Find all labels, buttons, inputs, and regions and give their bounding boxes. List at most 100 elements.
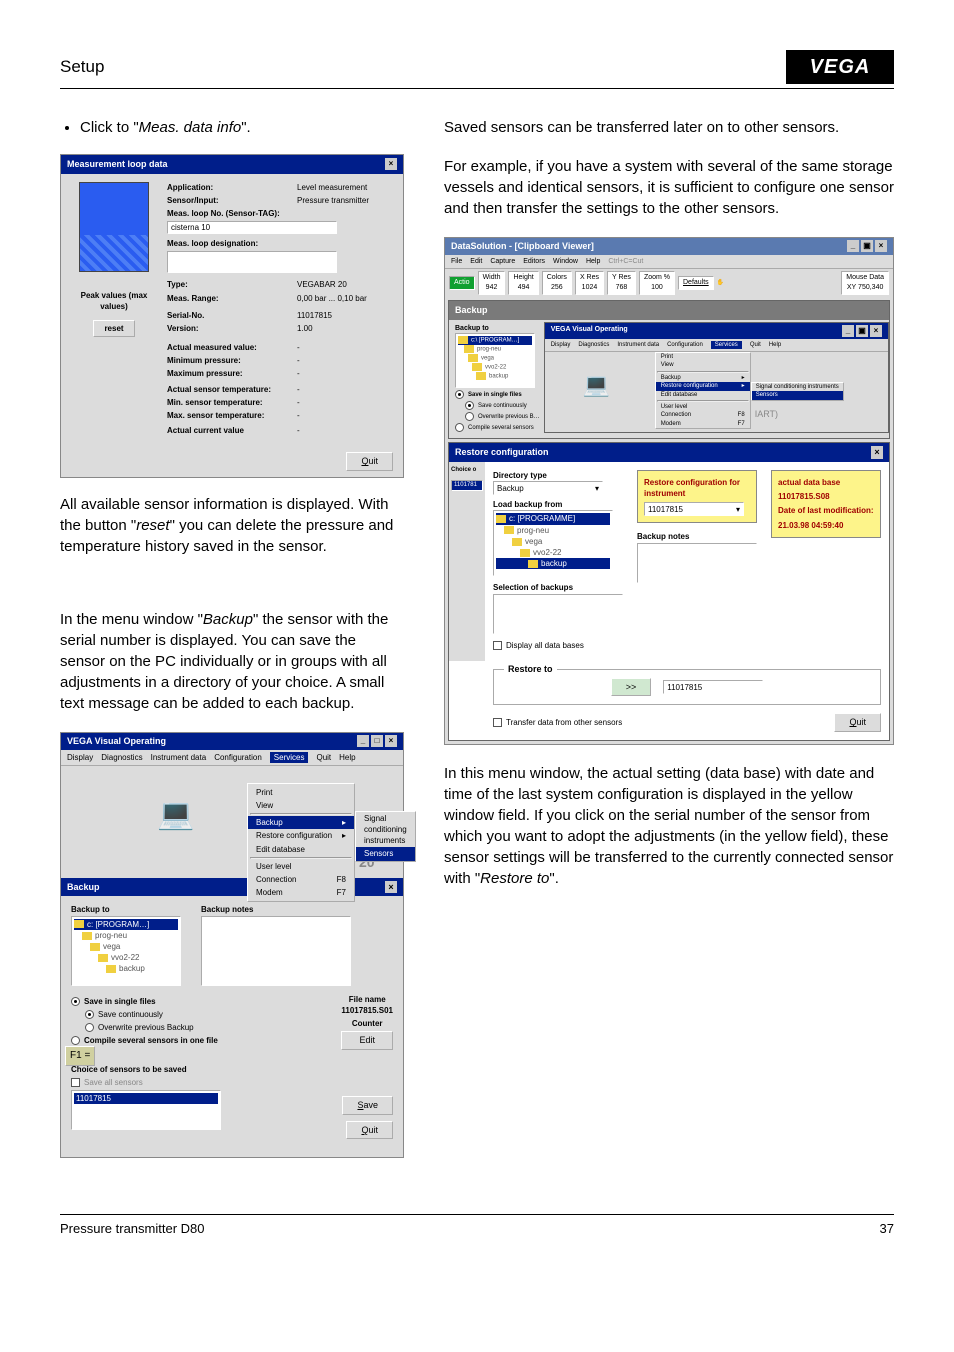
lbl-actual-temp: Actual sensor temperature: — [167, 384, 297, 395]
selection-of-backups[interactable] — [493, 594, 623, 634]
para-saved-sensors: Saved sensors can be transferred later o… — [444, 117, 894, 138]
reset-button[interactable]: reset — [93, 320, 134, 337]
sel-backups-label: Selection of backups — [493, 582, 623, 593]
lbl-min-press: Minimum pressure: — [167, 355, 297, 366]
para-restore-info: In this menu window, the actual setting … — [444, 763, 894, 889]
edit-button[interactable]: Edit — [341, 1031, 393, 1050]
actual-db-panel: actual data base 11017815.S08 Date of la… — [771, 470, 881, 538]
inner-backup-title: Backup — [449, 301, 889, 320]
chk-transfer-other[interactable]: Transfer data from other sensors — [493, 717, 622, 728]
outer-menu-bar[interactable]: FileEditCaptureEditorsWindowHelpCtrl+C=C… — [445, 255, 893, 270]
services-dropdown[interactable]: Print View Backup▸ Restore configuration… — [247, 783, 355, 903]
radio-overwrite[interactable]: Overwrite previous Backup — [71, 1022, 218, 1033]
quit-button-fig1[interactable]: QQuituit — [346, 452, 393, 471]
input-loop-no[interactable]: cisterna 10 — [167, 221, 337, 234]
r-compile[interactable]: Compile several sensors — [455, 423, 540, 432]
fig-measurement-loop-data: Measurement loop data × Peak values (max… — [60, 154, 404, 478]
page-footer: Pressure transmitter D80 37 — [60, 1214, 894, 1236]
lbl-max-temp: Max. sensor temperature: — [167, 410, 297, 421]
quit-button-fig3[interactable]: Quit — [834, 713, 881, 732]
lbl-loop-no: Meas. loop No. (Sensor-TAG): — [167, 208, 297, 219]
r-save-single[interactable]: Save in single files — [455, 390, 540, 399]
lbl-sensor-input: Sensor/Input: — [167, 195, 297, 206]
load-tree[interactable]: c: [PROGRAMME] prog-neu vega vvo2-22 bac… — [493, 510, 613, 576]
defaults-button[interactable]: Defaults — [678, 276, 714, 290]
dir-type-label: Directory type — [493, 470, 623, 481]
inner-app-title: VEGA Visual Operating — [551, 325, 628, 337]
r-save-cont[interactable]: Save continuously — [455, 401, 540, 410]
backup-notes-field[interactable] — [201, 916, 351, 986]
footer-left: Pressure transmitter D80 — [60, 1221, 205, 1236]
val-type: VEGABAR 20 — [297, 279, 347, 290]
right-column: Saved sensors can be transferred later o… — [444, 117, 894, 1176]
footer-page-number: 37 — [880, 1221, 894, 1236]
inner-services-dropdown[interactable]: Print View Backup▸ Restore configuration… — [655, 352, 751, 429]
backup-to-label: Backup to — [71, 904, 181, 915]
arrow-button[interactable]: >> — [611, 678, 652, 697]
file-name-label: File name — [341, 994, 393, 1005]
header-title: Setup — [60, 57, 104, 77]
lbl-actual-cur: Actual current value — [167, 425, 297, 436]
r-overwrite[interactable]: Overwrite previous B… — [455, 412, 540, 421]
radio-compile[interactable]: Compile several sensors in one file — [71, 1035, 218, 1046]
actio-box[interactable]: Actio — [449, 276, 475, 290]
fig-backup-window: VEGA Visual Operating _□× Display Diagno… — [60, 732, 404, 1158]
menu-bar[interactable]: Display Diagnostics Instrument data Conf… — [61, 750, 403, 766]
radio-save-single[interactable]: Save in single files — [71, 996, 218, 1007]
inner-menu-bar[interactable]: DisplayDiagnosticsInstrument dataConfigu… — [545, 339, 888, 352]
file-name-value: 11017815.S01 — [341, 1005, 393, 1016]
choice-lbl: Choice o — [451, 466, 483, 474]
left-column: Click to "Meas. data info". Measurement … — [60, 117, 404, 1176]
inner-restore-submenu[interactable]: Signal conditioning instruments Sensors — [751, 382, 844, 401]
load-from-label: Load backup from — [493, 499, 623, 510]
bullet-meas-data-info: Click to "Meas. data info". — [80, 117, 404, 138]
chk-display-all[interactable]: Display all data bases — [493, 640, 623, 651]
val-max-temp: - — [297, 410, 300, 421]
fig-restore-window: DataSolution - [Clipboard Viewer] _▣× Fi… — [444, 237, 894, 745]
close-icon[interactable]: × — [871, 446, 883, 459]
f1-label: F1 = — [65, 1046, 95, 1066]
dir-type-select[interactable]: Backup▾ — [493, 481, 603, 495]
tree-inner[interactable]: c:\ [PROGRAM…] prog-neu vega vvo2-22 bac… — [455, 333, 535, 388]
laptop-icon: 💻 — [157, 800, 194, 830]
val-max-press: - — [297, 368, 300, 379]
bullet-italic: Meas. data info — [139, 119, 242, 136]
lbl-type: Type: — [167, 279, 297, 290]
restore-cfg-panel: Restore configuration for instrument 110… — [637, 470, 757, 523]
para-example: For example, if you have a system with s… — [444, 156, 894, 219]
val-sensor-input: Pressure transmitter — [297, 195, 369, 206]
chk-save-all-sensors[interactable]: Save all sensors — [71, 1077, 393, 1088]
val-application: Level measurement — [297, 182, 367, 193]
directory-tree[interactable]: c: [PROGRAM…] prog-neu vega vvo2-22 back… — [71, 916, 181, 986]
sensor-list[interactable]: 11017815 — [71, 1090, 221, 1130]
close-icon[interactable]: × — [385, 881, 397, 894]
restore-to-value: 11017815 — [663, 680, 763, 694]
close-icon[interactable]: × — [385, 158, 397, 170]
val-actual-temp: - — [297, 384, 300, 395]
para-reset-info: All available sensor information is disp… — [60, 494, 404, 557]
radio-save-cont[interactable]: Save continuously — [71, 1009, 218, 1020]
instrument-select[interactable]: 11017815▾ — [644, 502, 744, 516]
choice-sensor[interactable]: 1101781 — [452, 481, 482, 489]
val-serial: 11017815 — [297, 310, 332, 321]
restore-to-legend: Restore to — [504, 663, 557, 676]
counter-label: Counter — [341, 1018, 393, 1029]
input-loop-desig[interactable] — [167, 251, 337, 273]
app-title: VEGA Visual Operating — [67, 735, 166, 748]
lbl-serial: Serial-No. — [167, 310, 297, 321]
save-button[interactable]: Save — [342, 1096, 393, 1115]
window-controls[interactable]: _▣× — [847, 240, 887, 253]
quit-button-fig2[interactable]: Quit — [346, 1121, 393, 1140]
window-controls[interactable]: _□× — [357, 735, 397, 748]
page-header: Setup VEGA — [60, 50, 894, 89]
peak-values-label: Peak values (max values) — [69, 290, 159, 312]
tank-graphic — [79, 182, 149, 272]
lbl-max-press: Maximum pressure: — [167, 368, 297, 379]
backup-submenu[interactable]: Signal conditioning instruments Sensors — [355, 811, 416, 862]
window-controls[interactable]: _▣× — [842, 325, 882, 337]
bullet-prefix: Click to " — [80, 119, 139, 136]
fig1-title: Measurement loop data — [67, 158, 168, 171]
val-actual-meas: - — [297, 342, 300, 353]
vega-logo: VEGA — [786, 50, 894, 84]
backup-notes-box2[interactable] — [637, 543, 757, 583]
